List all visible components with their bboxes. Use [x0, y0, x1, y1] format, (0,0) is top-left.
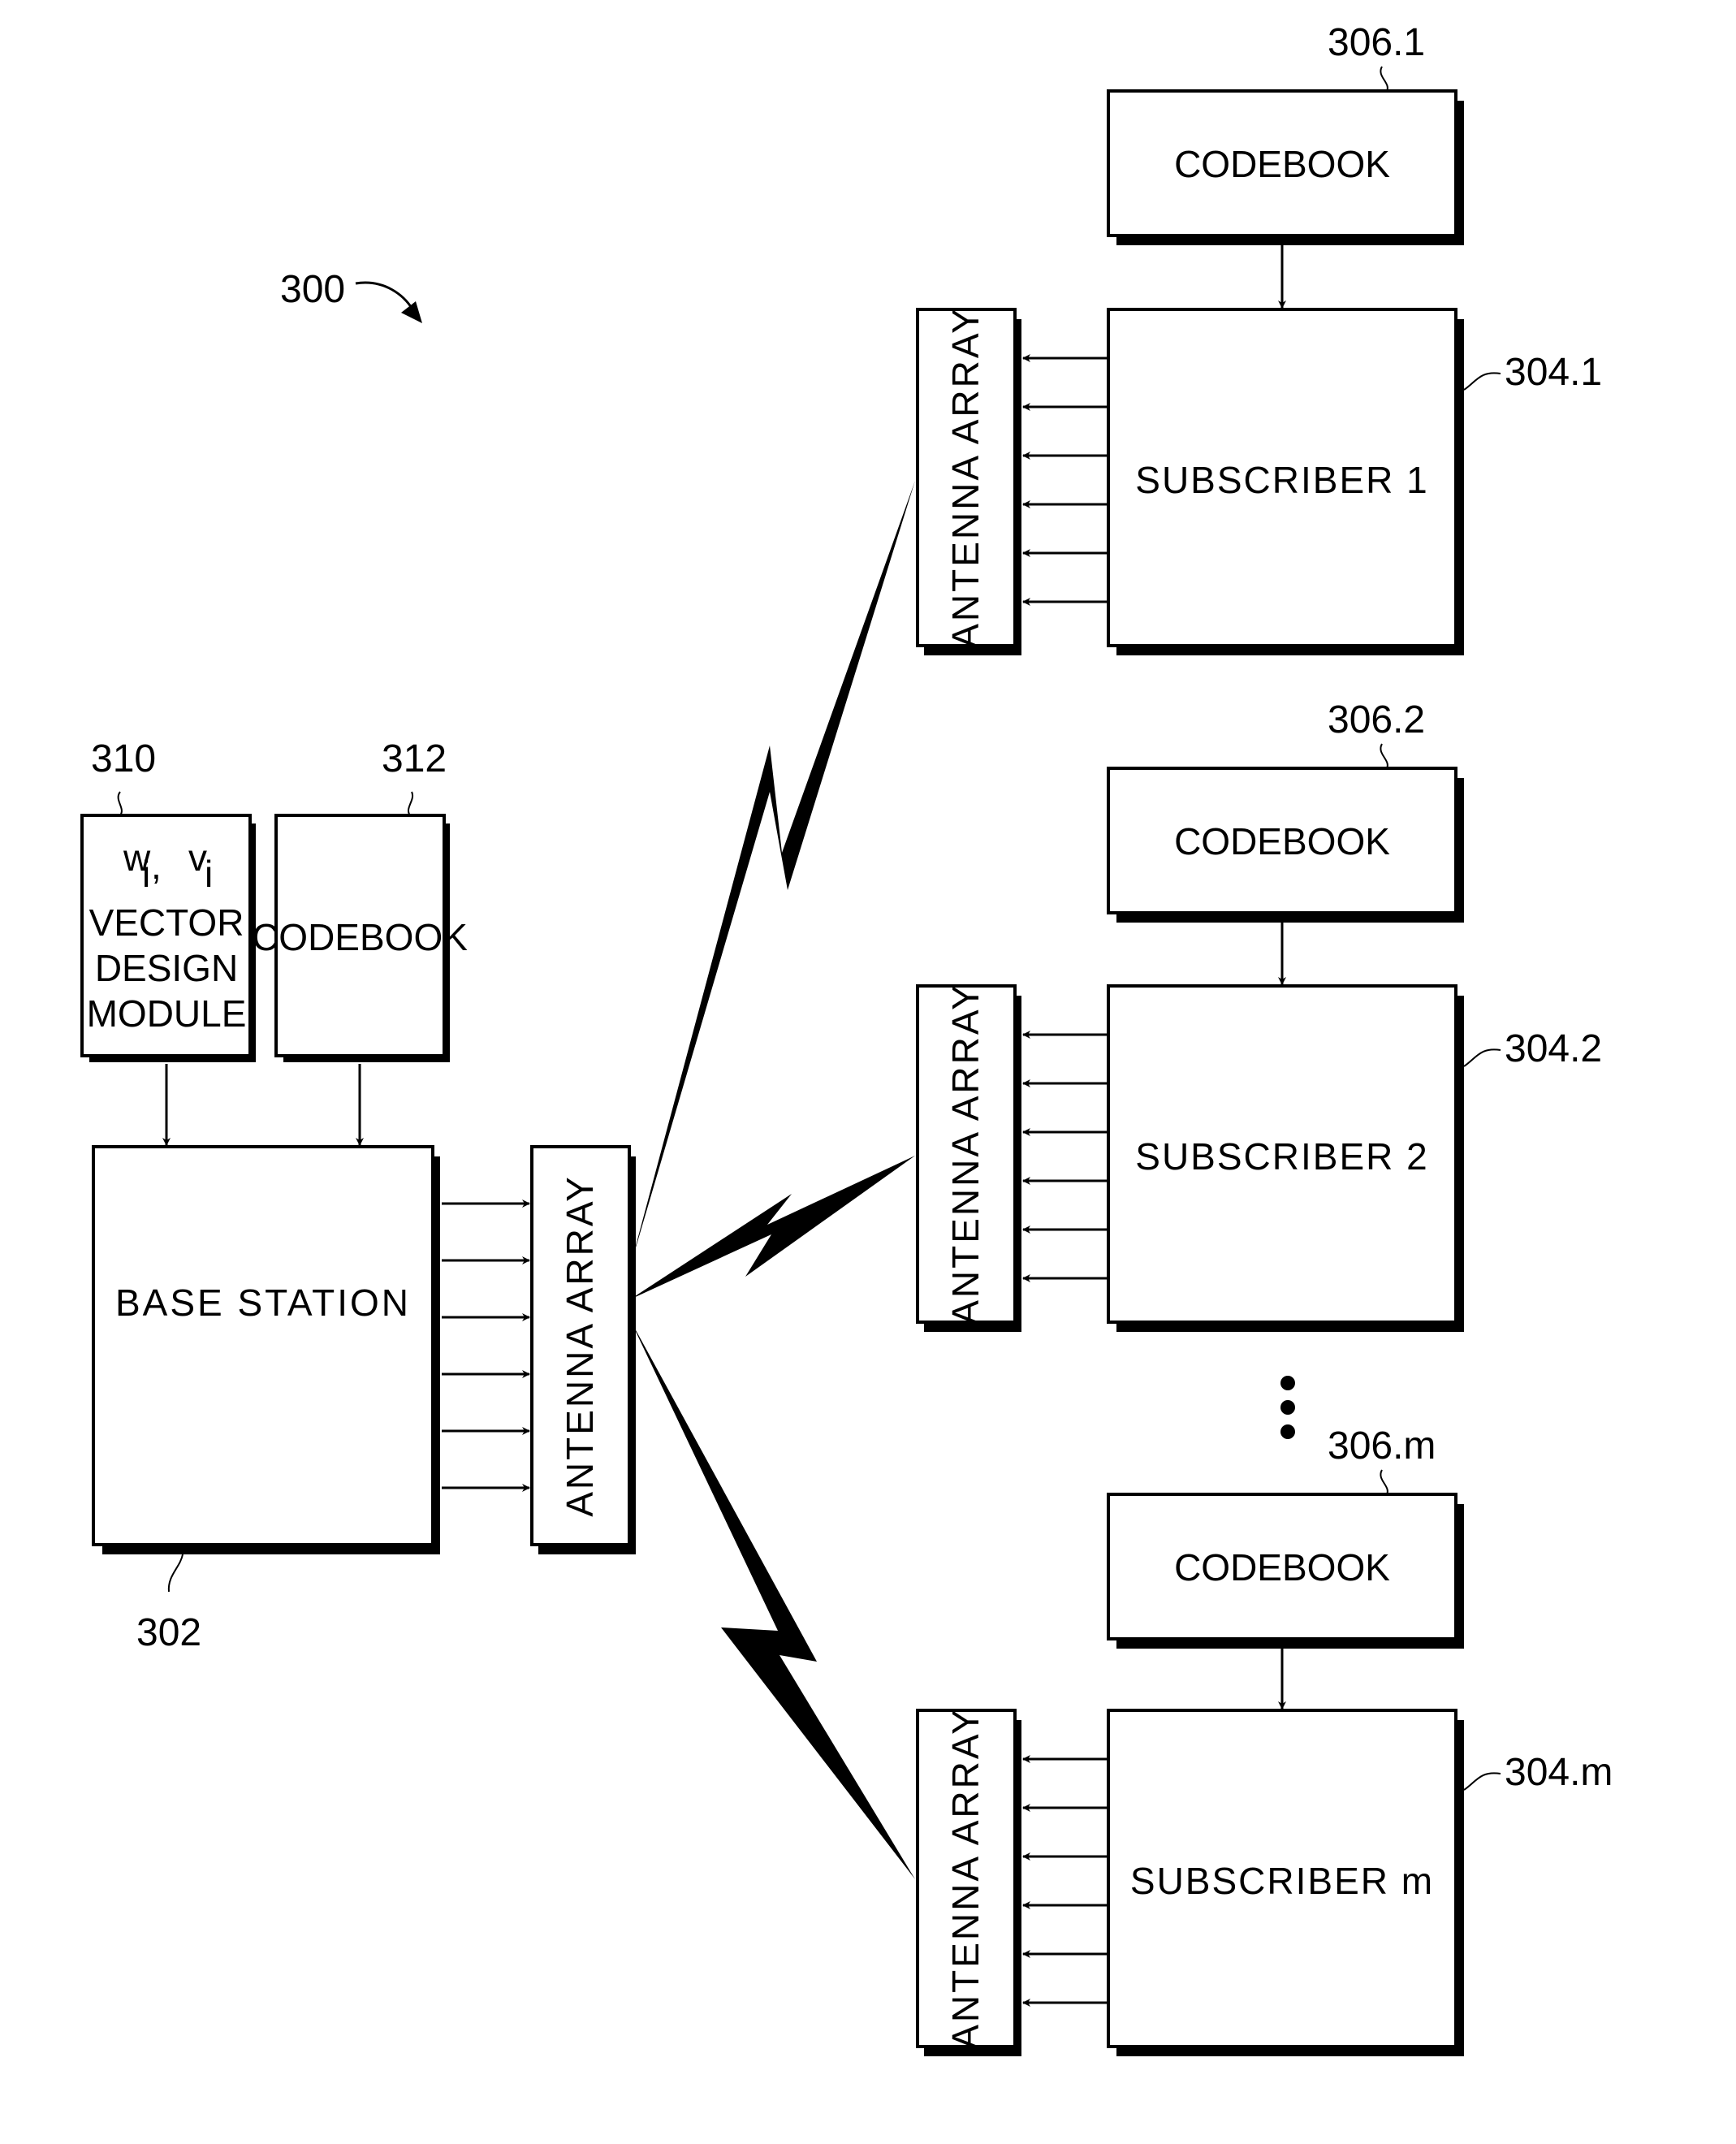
- subscriber-block-3: CODEBOOK 306.m SUBSCRIBER m 304.m ANTENNA AR…: [916, 1424, 1613, 2056]
- base-station-ref: 302: [136, 1611, 201, 1654]
- subscriber-block-2: CODEBOOK 306.2 SUBSCRIBER 2 304.2 ANTENNA AR…: [916, 698, 1602, 1332]
- base-station[interactable]: BASE STATION: [92, 1145, 440, 1554]
- subscriber-codebook[interactable]: CODEBOOK: [1107, 767, 1464, 923]
- subscriber-ref: 304.2: [1505, 1027, 1602, 1070]
- diagram-canvas: 300 w i , v i VECTOR DESIGN MODULE 310 C…: [80, 21, 1613, 2056]
- subscriber-ref-leader: [1463, 372, 1501, 391]
- subscriber-ref: 304.1: [1505, 351, 1602, 394]
- subscriber-block-1: CODEBOOK 306.1 SUBSCRIBER 1 304.1 ANTENNA AR…: [916, 21, 1602, 655]
- vdm-sep: ,: [151, 845, 162, 887]
- bs-codebook[interactable]: CODEBOOK: [252, 814, 468, 1062]
- subscriber-box[interactable]: SUBSCRIBER m: [1107, 1709, 1464, 2056]
- figure-ref-label: 300: [280, 268, 345, 311]
- vector-design-module[interactable]: w i , v i VECTOR DESIGN MODULE: [80, 814, 256, 1062]
- subscriber-antenna-array[interactable]: ANTENNA ARRAY: [916, 1707, 1021, 2056]
- subscriber-ref-leader: [1463, 1772, 1501, 1791]
- figure-ref-300: 300: [280, 268, 422, 323]
- subscriber-box[interactable]: SUBSCRIBER 2: [1107, 984, 1464, 1332]
- vdm-v-sub: i: [205, 853, 213, 895]
- subscriber-codebook-label: CODEBOOK: [1174, 143, 1390, 185]
- wireless-links: [630, 481, 915, 1879]
- vdm-ref-leader: [117, 791, 123, 816]
- vdm-line4: MODULE: [87, 992, 247, 1035]
- vdm-w-sub: i: [142, 853, 150, 895]
- subscriber-antenna-array[interactable]: ANTENNA ARRAY: [916, 983, 1021, 1332]
- subscriber-ref-leader: [1463, 1048, 1501, 1067]
- subscriber-codebook-label: CODEBOOK: [1174, 820, 1390, 862]
- subscriber-label: SUBSCRIBER 2: [1135, 1135, 1428, 1178]
- bs-codebook-label: CODEBOOK: [252, 916, 468, 958]
- bs-codebook-ref: 312: [382, 737, 447, 780]
- codebook-ref-leader: [1380, 743, 1388, 769]
- codebook-ref-leader: [1380, 1469, 1388, 1495]
- codebook-ref: 306.1: [1328, 21, 1425, 64]
- codebook-ref: 306.2: [1328, 698, 1425, 741]
- bs-to-antenna-arrows: [442, 1200, 530, 1492]
- bs-antenna-array[interactable]: ANTENNA ARRAY: [530, 1145, 636, 1554]
- vdm-ref: 310: [91, 737, 156, 780]
- more-subscribers-ellipsis-icon: [1280, 1376, 1295, 1439]
- base-station-label: BASE STATION: [115, 1282, 411, 1324]
- subscribers-group: CODEBOOK 306.1 SUBSCRIBER 1 304.1 ANTENNA AR…: [916, 21, 1613, 2056]
- bs-codebook-ref-leader: [408, 791, 414, 816]
- subscriber-codebook[interactable]: CODEBOOK: [1107, 89, 1464, 245]
- codebook-ref: 306.m: [1328, 1424, 1436, 1468]
- vdm-line3: DESIGN: [95, 947, 238, 989]
- lightning-bolt-1: [630, 481, 915, 1267]
- bs-antenna-label: ANTENNA ARRAY: [559, 1174, 601, 1517]
- figure-ref-arrowhead-icon: [401, 301, 422, 323]
- subscriber-codebook[interactable]: CODEBOOK: [1107, 1493, 1464, 1649]
- subscriber-ref: 304.m: [1505, 1751, 1613, 1794]
- lightning-bolt-3: [630, 1320, 915, 1879]
- subscriber-label: SUBSCRIBER m: [1130, 1860, 1434, 1902]
- subscriber-antenna-label: ANTENNA ARRAY: [944, 1707, 987, 2050]
- subscriber-antenna-label: ANTENNA ARRAY: [944, 306, 987, 649]
- codebook-ref-leader: [1380, 66, 1388, 92]
- subscriber-antenna-label: ANTENNA ARRAY: [944, 983, 987, 1325]
- subscriber-label: SUBSCRIBER 1: [1135, 459, 1428, 501]
- base-station-ref-leader: [167, 1554, 184, 1593]
- subscriber-codebook-label: CODEBOOK: [1174, 1546, 1390, 1589]
- subscriber-box[interactable]: SUBSCRIBER 1: [1107, 308, 1464, 655]
- lightning-bolt-2: [630, 1156, 915, 1299]
- vdm-line2: VECTOR: [89, 901, 244, 944]
- subscriber-antenna-array[interactable]: ANTENNA ARRAY: [916, 306, 1021, 655]
